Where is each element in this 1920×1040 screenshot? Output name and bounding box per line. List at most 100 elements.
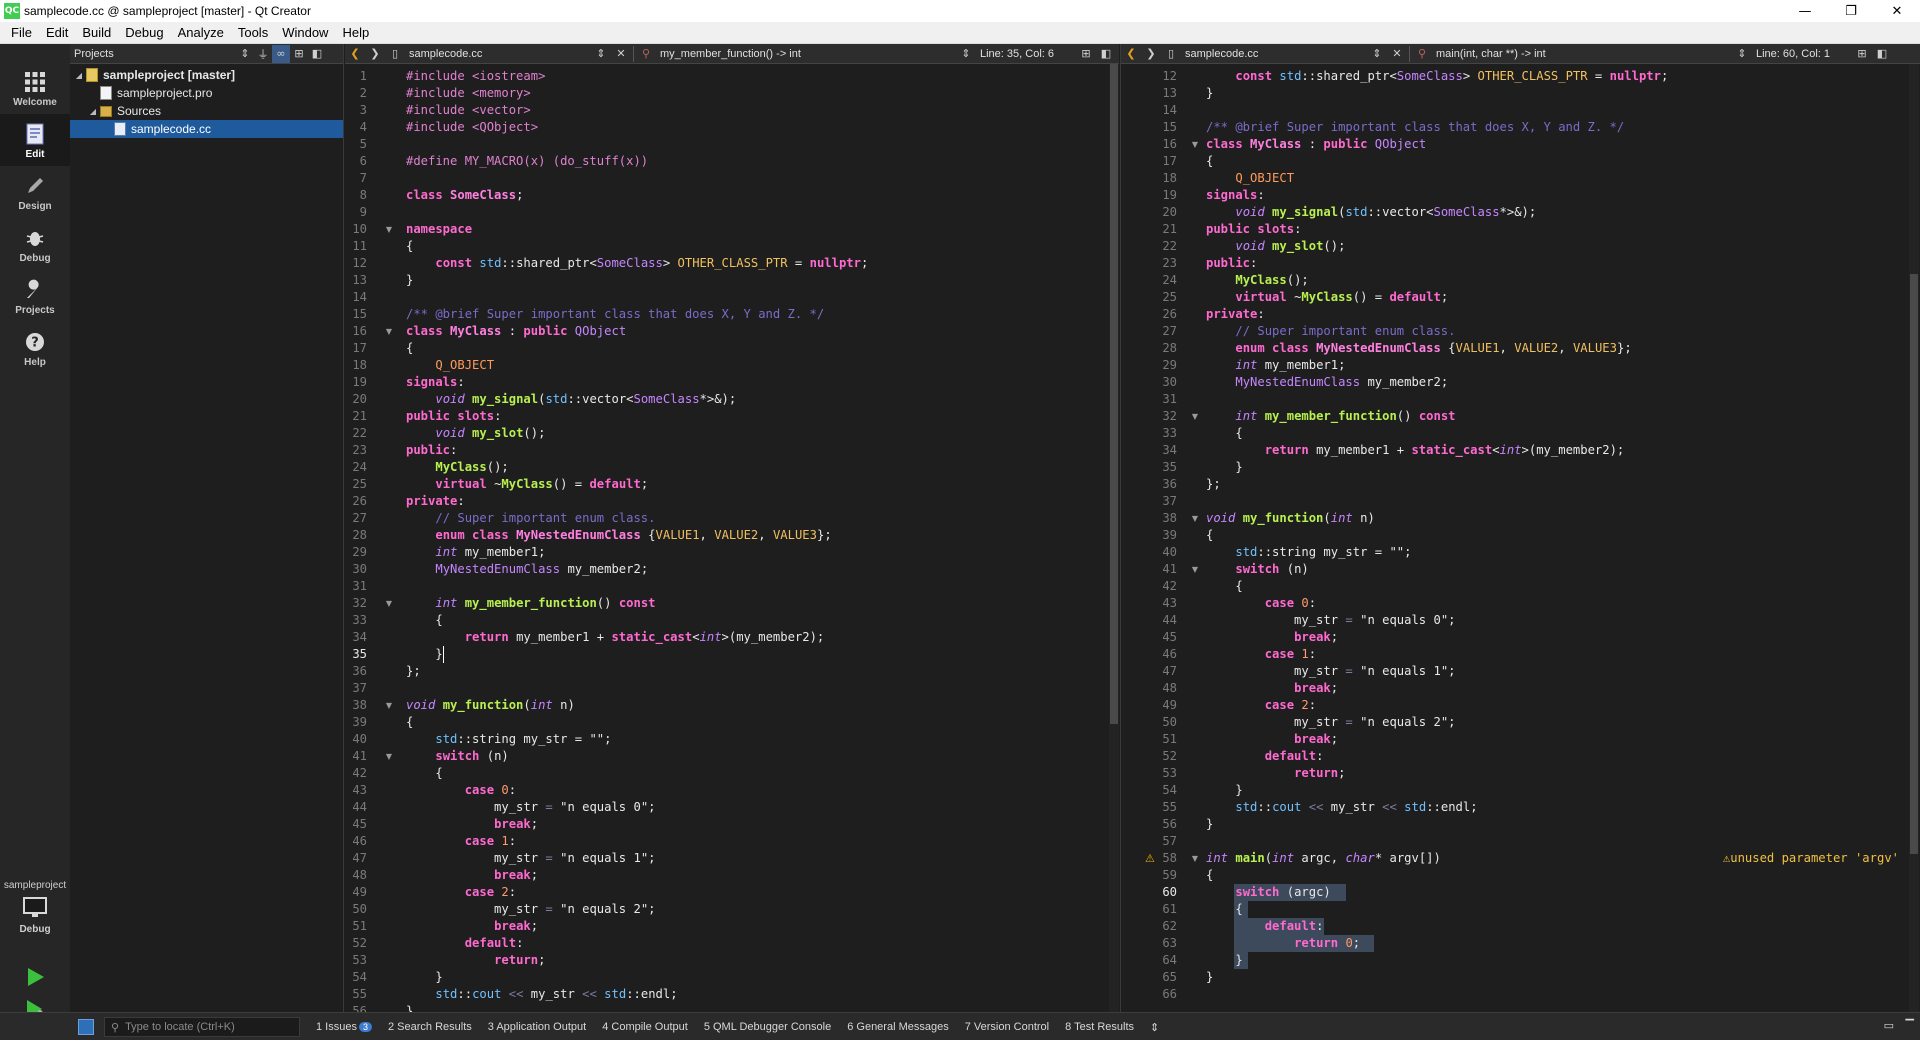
code-line[interactable]: 59 { <box>1121 867 1907 884</box>
code-line[interactable]: 20 void my_signal(std::vector<SomeClass*… <box>1121 204 1907 221</box>
close-document-icon[interactable]: ✕ <box>611 44 631 64</box>
code-line[interactable]: 15 /** @brief Super important class that … <box>345 306 1105 323</box>
code-line[interactable]: 2 #include <memory> <box>345 85 1105 102</box>
symbol-combo[interactable]: main(int, char **) -> int <box>1432 48 1732 60</box>
mode-edit[interactable]: Edit <box>0 114 70 166</box>
mode-welcome[interactable]: Welcome <box>0 62 70 114</box>
mode-design[interactable]: Design <box>0 166 70 218</box>
close-pane-icon[interactable]: ◧ <box>308 45 326 63</box>
warning-icon[interactable]: ⚠ <box>1145 850 1155 867</box>
code-line[interactable]: 40 std::string my_str = ""; <box>345 731 1105 748</box>
minimize-button[interactable]: — <box>1782 0 1828 22</box>
projects-view-combo[interactable]: Projects <box>74 48 234 60</box>
code-line[interactable]: 47 my_str = "n equals 1"; <box>345 850 1105 867</box>
tab-general-messages[interactable]: 6 General Messages <box>847 1021 949 1033</box>
code-line[interactable]: 35 } <box>345 646 1105 663</box>
menu-analyze[interactable]: Analyze <box>171 25 231 40</box>
code-line[interactable]: 26 private: <box>345 493 1105 510</box>
code-line[interactable]: 42 { <box>1121 578 1907 595</box>
code-line[interactable]: 51 break; <box>1121 731 1907 748</box>
tab-search-results[interactable]: 2 Search Results <box>388 1021 472 1033</box>
code-line[interactable]: 16 ▼ class MyClass : public QObject <box>1121 136 1907 153</box>
code-line[interactable]: 60 switch (argc) <box>1121 884 1907 901</box>
fold-arrow-icon[interactable]: ▼ <box>1189 850 1201 867</box>
fold-arrow-icon[interactable]: ▼ <box>1189 136 1201 153</box>
fold-arrow-icon[interactable]: ▼ <box>383 748 395 765</box>
code-line[interactable]: 50 my_str = "n equals 2"; <box>1121 714 1907 731</box>
code-line[interactable]: 10 ▼ namespace <box>345 221 1105 238</box>
code-area-right[interactable]: 12 const std::shared_ptr<SomeClass> OTHE… <box>1121 64 1920 1007</box>
code-line[interactable]: 43 case 0: <box>1121 595 1907 612</box>
code-line[interactable]: 13} <box>345 272 1105 289</box>
code-line[interactable]: 5 <box>345 136 1105 153</box>
filter-icon[interactable]: ⏚ <box>254 45 272 63</box>
menu-file[interactable]: File <box>4 25 39 40</box>
code-line[interactable]: 37 <box>345 680 1105 697</box>
code-line[interactable]: 30 MyNestedEnumClass my_member2; <box>1121 374 1907 391</box>
code-line[interactable]: 62 default: <box>1121 918 1907 935</box>
code-area-left[interactable]: 1 #include <iostream> 2 #include <memory> 3 #… <box>345 64 1119 1012</box>
code-line[interactable]: 64 } <box>1121 952 1907 969</box>
code-line[interactable]: 54 } <box>1121 782 1907 799</box>
code-line[interactable]: 21 public slots: <box>345 408 1105 425</box>
nav-forward-icon[interactable]: ❯ <box>1141 44 1161 64</box>
code-line[interactable]: 15 /** @brief Super important class that … <box>1121 119 1907 136</box>
code-line[interactable]: 22 void my_slot(); <box>345 425 1105 442</box>
nav-forward-icon[interactable]: ❯ <box>365 44 385 64</box>
code-line[interactable]: 4 #include <QObject> <box>345 119 1105 136</box>
code-line[interactable]: 23 public: <box>345 442 1105 459</box>
code-line[interactable]: 26 private: <box>1121 306 1907 323</box>
code-line[interactable]: 45 break; <box>1121 629 1907 646</box>
split-editor-icon[interactable]: ⊞ <box>1076 44 1096 64</box>
code-line[interactable]: 22 void my_slot(); <box>1121 238 1907 255</box>
menu-build[interactable]: Build <box>75 25 118 40</box>
code-line[interactable]: 52 default: <box>345 935 1105 952</box>
code-line[interactable]: 49 case 2: <box>345 884 1105 901</box>
code-line[interactable]: 58 ▼ ⚠ ⚠unused parameter 'argv' int main(int… <box>1121 850 1907 867</box>
code-line[interactable]: 51 break; <box>345 918 1105 935</box>
code-line[interactable]: 14 <box>345 289 1105 306</box>
code-line[interactable]: 1 #include <iostream> <box>345 68 1105 85</box>
code-line[interactable]: 20 void my_signal(std::vector<SomeClass*… <box>345 391 1105 408</box>
code-line[interactable]: 31 <box>1121 391 1907 408</box>
tab-issues[interactable]: 1 Issues 3 <box>316 1021 372 1033</box>
code-line[interactable]: 55 std::cout << my_str << std::endl; <box>1121 799 1907 816</box>
output-pane-toggle-icon[interactable]: ▭ <box>1884 1019 1894 1032</box>
code-line[interactable]: 48 break; <box>1121 680 1907 697</box>
code-line[interactable]: 57 <box>1121 833 1907 850</box>
code-line[interactable]: 13} <box>1121 85 1907 102</box>
code-line[interactable]: 27 // Super important enum class. <box>1121 323 1907 340</box>
tree-item-samplecode[interactable]: samplecode.cc <box>70 120 343 138</box>
close-split-icon[interactable]: ◧ <box>1872 44 1892 64</box>
code-line[interactable]: 24 MyClass(); <box>1121 272 1907 289</box>
code-line[interactable]: 32 ▼ int my_member_function() const <box>1121 408 1907 425</box>
code-line[interactable]: 48 break; <box>345 867 1105 884</box>
fold-arrow-icon[interactable]: ▼ <box>383 595 395 612</box>
code-line[interactable]: 63 return 0; <box>1121 935 1907 952</box>
code-line[interactable]: 23 public: <box>1121 255 1907 272</box>
expand-arrow-icon[interactable]: ◢ <box>72 71 86 80</box>
code-line[interactable]: 40 std::string my_str = ""; <box>1121 544 1907 561</box>
fold-arrow-icon[interactable]: ▼ <box>1189 510 1201 527</box>
sync-link-icon[interactable]: ∞ <box>272 44 290 63</box>
menu-help[interactable]: Help <box>335 25 376 40</box>
code-line[interactable]: 61 { <box>1121 901 1907 918</box>
code-line[interactable]: 45 break; <box>345 816 1105 833</box>
code-line[interactable]: 35 } <box>1121 459 1907 476</box>
mode-projects[interactable]: Projects <box>0 270 70 322</box>
code-line[interactable]: 43 case 0: <box>345 782 1105 799</box>
menu-tools[interactable]: Tools <box>231 25 275 40</box>
code-line[interactable]: 55 std::cout << my_str << std::endl; <box>345 986 1105 1003</box>
code-line[interactable]: 19 signals: <box>345 374 1105 391</box>
code-line[interactable]: 39 { <box>345 714 1105 731</box>
code-line[interactable]: 54 } <box>345 969 1105 986</box>
nav-back-icon[interactable]: ❮ <box>1121 44 1141 64</box>
code-line[interactable]: 12 const std::shared_ptr<SomeClass> OTHE… <box>1121 68 1907 85</box>
code-line[interactable]: 17 { <box>345 340 1105 357</box>
code-line[interactable]: 65} <box>1121 969 1907 986</box>
editor-left[interactable]: ❮ ❯ ▯ samplecode.cc ⇕ ✕ ⚲ my_member_func… <box>345 44 1119 1012</box>
code-line[interactable]: 38 ▼ void my_function(int n) <box>345 697 1105 714</box>
line-col-indicator[interactable]: Line: 35, Col: 6 <box>976 48 1076 60</box>
code-line[interactable]: 18 Q_OBJECT <box>345 357 1105 374</box>
code-line[interactable]: 33 { <box>1121 425 1907 442</box>
